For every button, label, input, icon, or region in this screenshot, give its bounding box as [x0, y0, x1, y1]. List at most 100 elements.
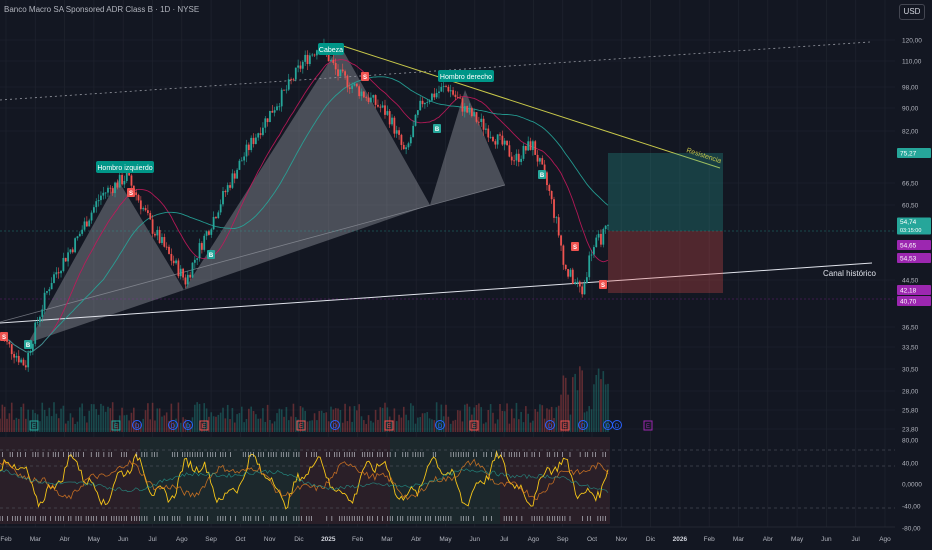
volume-bar — [534, 409, 537, 432]
volume-bar — [90, 404, 93, 432]
volume-bar — [64, 423, 67, 432]
svg-text:B: B — [435, 127, 440, 133]
price-axis-label: 120,00 — [902, 38, 922, 45]
svg-text:E: E — [387, 424, 391, 430]
volume-bar — [426, 412, 429, 432]
volume-bar — [147, 403, 149, 432]
label-cabeza[interactable]: Cabeza — [318, 43, 344, 55]
volume-bar — [238, 413, 241, 432]
volume-bar — [3, 406, 6, 432]
volume-bar — [121, 407, 123, 432]
volume-bar — [196, 402, 198, 432]
volume-bar — [503, 411, 506, 432]
price-axis-label: 98,00 — [902, 85, 919, 92]
volume-bar — [290, 416, 292, 432]
volume-bar — [494, 423, 497, 432]
volume-bar — [325, 412, 328, 432]
price-chart[interactable]: B B B B S S S S S E E D D D E E D E D E … — [0, 0, 932, 550]
volume-bar — [107, 406, 109, 432]
price-axis-label: 28,00 — [902, 389, 919, 396]
candle — [34, 320, 37, 347]
volume-bar — [482, 423, 485, 432]
candle — [506, 140, 508, 146]
svg-text:D: D — [615, 424, 620, 430]
volume-bar — [445, 404, 447, 432]
volume-bar — [100, 403, 102, 432]
price-axis-label: 36,50 — [902, 325, 919, 332]
svg-text:54,65: 54,65 — [900, 243, 917, 250]
volume-bar — [421, 413, 424, 432]
price-axis-label: 110,00 — [902, 59, 922, 66]
volume-bar — [142, 418, 144, 432]
label-hombro-izquierdo[interactable]: Hombro izquierdo — [96, 161, 154, 173]
time-axis-label: Jun — [470, 536, 481, 543]
currency-button[interactable]: USD — [899, 4, 925, 20]
svg-text:S: S — [601, 283, 605, 289]
volume-bar — [151, 402, 154, 432]
volume-bar — [522, 422, 525, 432]
svg-text:B: B — [540, 173, 545, 179]
volume-bar — [264, 421, 267, 432]
candle — [250, 135, 253, 153]
chart-title: Banco Macro SA Sponsored ADR Class B · 1… — [4, 5, 200, 14]
volume-bar — [412, 405, 414, 432]
volume-bar — [555, 407, 558, 432]
volume-bar — [81, 403, 83, 432]
volume-bar — [179, 422, 182, 432]
volume-bar — [525, 406, 527, 432]
volume-bar — [17, 418, 20, 432]
volume-bar — [536, 411, 539, 432]
svg-text:03:15:00: 03:15:00 — [900, 228, 921, 234]
volume-bar — [424, 413, 426, 432]
price-axis-label: 44,50 — [902, 278, 919, 285]
position-target-zone[interactable] — [608, 153, 723, 231]
volume-bar — [508, 423, 511, 432]
volume-bar — [245, 418, 248, 432]
volume-bar — [428, 418, 431, 432]
oscillator-axis-label: 0,0000 — [902, 482, 922, 489]
volume-bar — [318, 411, 321, 432]
candle — [294, 67, 297, 82]
label-hombro-derecho[interactable]: Hombro derecho — [438, 70, 494, 82]
price-badge: 54,74 03:15:00 — [897, 217, 931, 235]
volume-bar — [97, 414, 100, 432]
svg-text:54,74: 54,74 — [900, 219, 917, 226]
volume-bar — [41, 402, 44, 432]
svg-text:75,27: 75,27 — [900, 151, 917, 158]
svg-text:E: E — [114, 424, 118, 430]
volume-bar — [379, 407, 382, 432]
volume-bar — [269, 419, 271, 432]
volume-bar — [402, 406, 405, 432]
time-axis-label: May — [439, 536, 452, 543]
svg-text:D: D — [438, 424, 443, 430]
time-axis-label: Nov — [264, 536, 276, 543]
volume-bar — [161, 416, 163, 432]
volume-bar — [466, 403, 468, 432]
volume-bar — [177, 402, 180, 432]
volume-bar — [576, 390, 579, 432]
candle — [362, 90, 365, 98]
time-axis-label: Nov — [616, 536, 628, 543]
volume-bar — [447, 416, 450, 432]
volume-bar — [257, 418, 260, 432]
candle — [269, 110, 271, 123]
position-stop-zone[interactable] — [608, 231, 723, 293]
volume-bar — [400, 417, 403, 432]
volume-bar — [0, 418, 1, 432]
volume-bar — [128, 420, 130, 432]
volume-bar — [487, 410, 490, 432]
volume-bar — [374, 409, 377, 432]
volume-bar — [15, 417, 18, 432]
volume-bar — [83, 416, 86, 432]
volume-bar — [313, 413, 316, 432]
volume-bar — [215, 416, 217, 432]
candle — [475, 111, 478, 124]
volume-bar — [144, 410, 147, 432]
volume-bar — [86, 422, 88, 432]
volume-bar — [149, 419, 152, 432]
volume-bar — [273, 421, 276, 432]
volume-bar — [240, 406, 243, 432]
volume-bar — [123, 415, 126, 432]
volume-bar — [365, 423, 368, 432]
candle — [571, 267, 574, 285]
